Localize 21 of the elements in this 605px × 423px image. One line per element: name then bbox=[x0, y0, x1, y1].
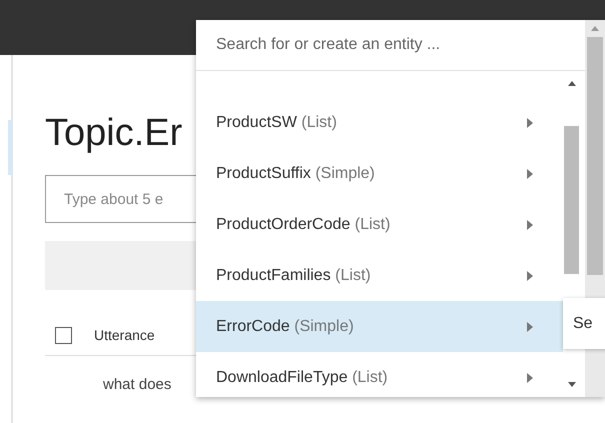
scroll-up-icon[interactable] bbox=[568, 81, 576, 86]
chevron-right-icon bbox=[527, 118, 533, 128]
entity-item[interactable]: ProductSuffix (Simple) bbox=[196, 148, 563, 199]
select-all-checkbox[interactable] bbox=[55, 326, 72, 344]
entity-item[interactable]: ErrorCode (Simple) bbox=[196, 301, 563, 352]
submenu-item[interactable]: Se bbox=[563, 298, 605, 349]
utterance-text: what does bbox=[103, 376, 172, 393]
page-title: Topic.Er bbox=[45, 111, 182, 156]
chevron-right-icon bbox=[527, 322, 533, 332]
scroll-down-icon[interactable] bbox=[568, 382, 576, 387]
chevron-right-icon bbox=[527, 270, 533, 280]
chevron-right-icon bbox=[527, 220, 533, 230]
utterance-input[interactable]: Type about 5 e bbox=[45, 175, 199, 223]
entity-item[interactable]: DownloadFileType (List) bbox=[196, 352, 563, 397]
entity-item[interactable]: ProductOrderCode (List) bbox=[196, 199, 563, 250]
chevron-right-icon bbox=[527, 168, 533, 178]
column-header: Utterance bbox=[94, 327, 155, 343]
chevron-right-icon bbox=[527, 372, 533, 382]
search-field[interactable]: Search for or create an entity ... bbox=[196, 20, 585, 71]
entity-item[interactable]: ProductFamilies (List) bbox=[196, 250, 563, 301]
entity-item[interactable]: ProductSW (List) bbox=[196, 97, 563, 148]
